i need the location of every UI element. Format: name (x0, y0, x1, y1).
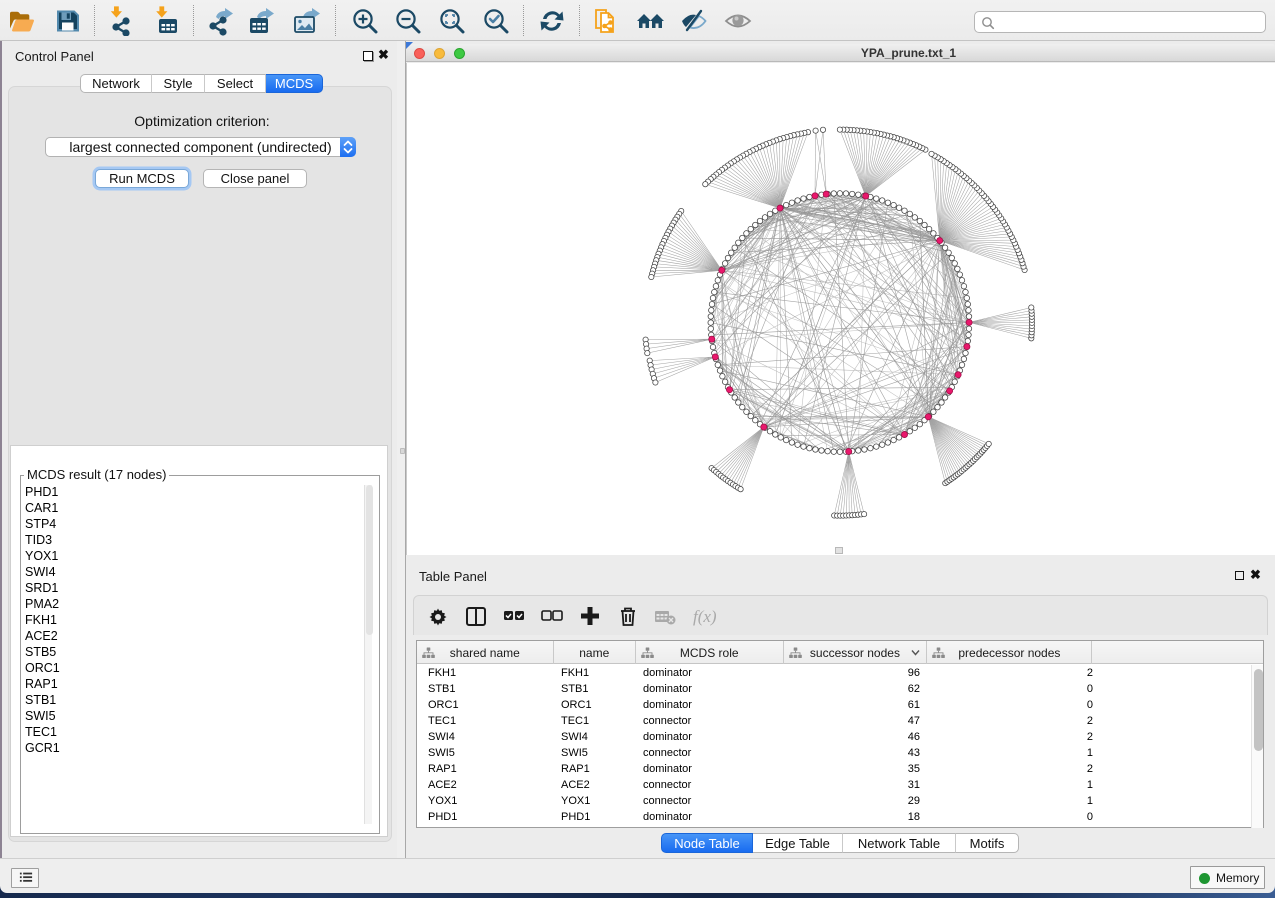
svg-text:f(x): f(x) (693, 607, 717, 626)
